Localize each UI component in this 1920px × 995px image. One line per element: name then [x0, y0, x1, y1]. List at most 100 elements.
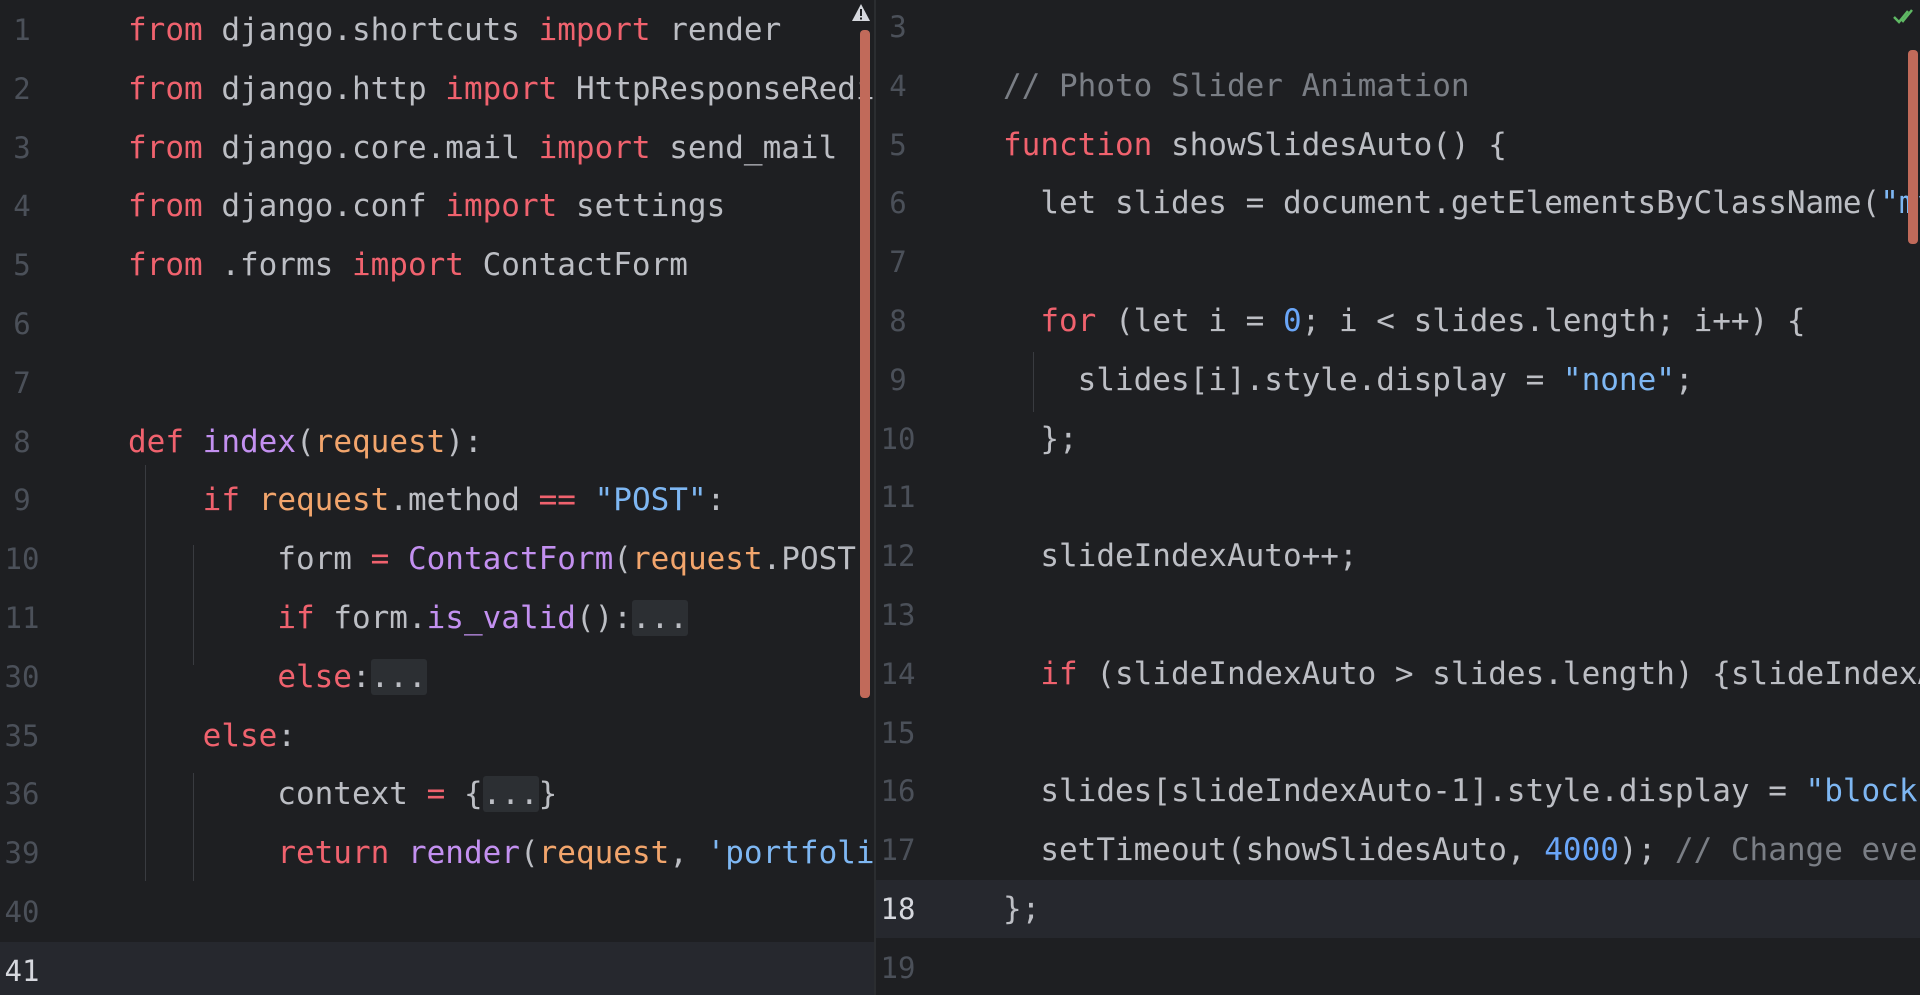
line-number: 19 — [880, 950, 916, 985]
code-line[interactable]: 30 else:... — [0, 648, 860, 706]
line-number: 3 — [13, 130, 31, 165]
line-number: 2 — [13, 71, 31, 106]
folded-region[interactable]: ... — [631, 600, 688, 636]
code-token: ; — [1674, 361, 1694, 398]
code-line[interactable]: 9 if request.method == "POST": — [0, 471, 860, 529]
line-number: 7 — [13, 365, 31, 400]
check-icon[interactable] — [1892, 6, 1914, 26]
code-token: setTimeout(showSlidesAuto, — [1003, 832, 1545, 869]
code-line[interactable]: 4 // Photo Slider Animation — [876, 57, 1906, 115]
code-line[interactable]: 14 if (slideIndexAuto > slides.length) {… — [876, 645, 1920, 703]
folded-region[interactable]: ... — [482, 776, 539, 813]
code-token: import — [445, 70, 558, 107]
code-token: .forms — [202, 247, 352, 284]
code-text: form = ContactForm(request.POST) — [128, 530, 874, 588]
code-token: index — [202, 423, 296, 460]
code-line[interactable]: 18}; — [876, 880, 1906, 938]
code-token: == — [538, 482, 576, 519]
code-line[interactable]: 10 form = ContactForm(request.POST) — [0, 530, 874, 588]
code-token: slides[i].style.display = — [1003, 361, 1563, 398]
code-line[interactable]: 13 — [876, 586, 1906, 644]
code-text: if request.method == "POST": — [128, 471, 726, 529]
code-line[interactable]: 7 — [0, 354, 860, 412]
code-token: 'portfolio2 — [706, 835, 874, 872]
code-token: import — [351, 247, 464, 284]
line-number: 8 — [13, 424, 31, 459]
code-token: from — [128, 12, 203, 48]
line-number: 15 — [880, 715, 916, 750]
code-text: else:... — [128, 648, 427, 706]
code-token: request — [314, 423, 446, 460]
code-line[interactable]: 11 — [876, 468, 1906, 526]
code-token: def — [128, 423, 184, 460]
line-number: 30 — [4, 659, 40, 694]
code-line[interactable]: 39 return render(request, 'portfolio2 — [0, 824, 874, 882]
code-token: import — [445, 188, 558, 225]
code-token: (): — [575, 600, 632, 636]
code-line[interactable]: 5 function showSlidesAuto() { — [876, 116, 1906, 174]
code-line[interactable]: 3 — [876, 0, 1906, 56]
code-line[interactable]: 19 — [876, 939, 1906, 995]
code-token: function — [1003, 126, 1153, 163]
code-line[interactable]: 11 if form.is_valid():... — [0, 589, 860, 647]
code-line[interactable]: 10 }; — [876, 410, 1906, 468]
right-editor-pane[interactable]: 3 4 // Photo Slider Animation 5 function sho… — [876, 0, 1920, 995]
code-text: }; — [1003, 880, 1040, 938]
code-token: = — [426, 776, 446, 813]
code-line[interactable]: 2 from django.http import HttpResponseRed… — [0, 60, 874, 118]
code-token: render — [407, 835, 520, 872]
code-token: request — [538, 835, 670, 872]
code-token: return — [277, 835, 390, 872]
code-text: return render(request, 'portfolio2 — [128, 824, 874, 882]
line-number: 11 — [4, 601, 40, 635]
code-line[interactable]: 36 context = {...} — [0, 765, 860, 823]
code-line[interactable]: 4 from django.conf import settings — [0, 177, 860, 235]
code-line[interactable]: 41 — [0, 942, 860, 995]
vertical-scrollbar-thumb[interactable] — [860, 30, 870, 698]
line-number: 10 — [4, 542, 40, 577]
code-line[interactable]: 8 def index(request): — [0, 413, 860, 471]
line-number: 9 — [889, 362, 907, 397]
code-token: from — [128, 70, 203, 107]
code-token: from — [128, 247, 203, 284]
code-token: form — [128, 541, 371, 578]
warning-icon[interactable] — [851, 3, 871, 23]
code-line[interactable]: 35 else: — [0, 707, 860, 765]
code-line[interactable]: 16 slides[slideIndexAuto-1].style.displa… — [876, 762, 1920, 820]
code-line[interactable]: 9 slides[i].style.display = "none"; — [876, 351, 1906, 409]
code-token: .method — [389, 482, 539, 519]
code-token: = — [370, 541, 390, 578]
code-token: request — [631, 541, 763, 578]
code-line[interactable]: 8 for (let i = 0; i < slides.length; i++… — [876, 292, 1906, 350]
code-line[interactable]: 40 — [0, 883, 860, 941]
code-token: (let i = — [1096, 303, 1283, 339]
code-line[interactable]: 12 slideIndexAuto++; — [876, 527, 1906, 585]
folded-region[interactable]: ... — [370, 658, 427, 695]
code-line[interactable]: 15 — [876, 704, 1906, 762]
code-line[interactable]: 3 from django.core.mail import send_mail — [0, 119, 860, 177]
line-number: 14 — [880, 656, 916, 691]
code-token: django.http — [202, 70, 446, 107]
left-editor-pane[interactable]: 1 from django.shortcuts import render 2 fro… — [0, 0, 874, 995]
code-token: from — [128, 129, 203, 166]
line-number: 7 — [889, 245, 907, 280]
code-text: from .forms import ContactForm — [128, 236, 688, 294]
code-line[interactable]: 5 from .forms import ContactForm — [0, 236, 860, 294]
line-number: 5 — [889, 127, 907, 162]
code-line[interactable]: 17 setTimeout(showSlidesAuto, 4000); // … — [876, 821, 1920, 879]
line-number: 6 — [13, 307, 31, 341]
code-line[interactable]: 1 from django.shortcuts import render — [0, 1, 860, 59]
code-line[interactable]: 6 let slides = document.getElementsByCla… — [876, 174, 1920, 232]
vertical-scrollbar-thumb[interactable] — [1908, 50, 1918, 244]
code-token: .POST) — [762, 541, 874, 578]
code-text: from django.core.mail import send_mail — [128, 119, 837, 177]
code-token: else — [277, 658, 352, 695]
code-line[interactable]: 6 — [0, 295, 860, 353]
code-line[interactable]: 7 — [876, 233, 1906, 291]
code-token: ( — [519, 835, 539, 872]
